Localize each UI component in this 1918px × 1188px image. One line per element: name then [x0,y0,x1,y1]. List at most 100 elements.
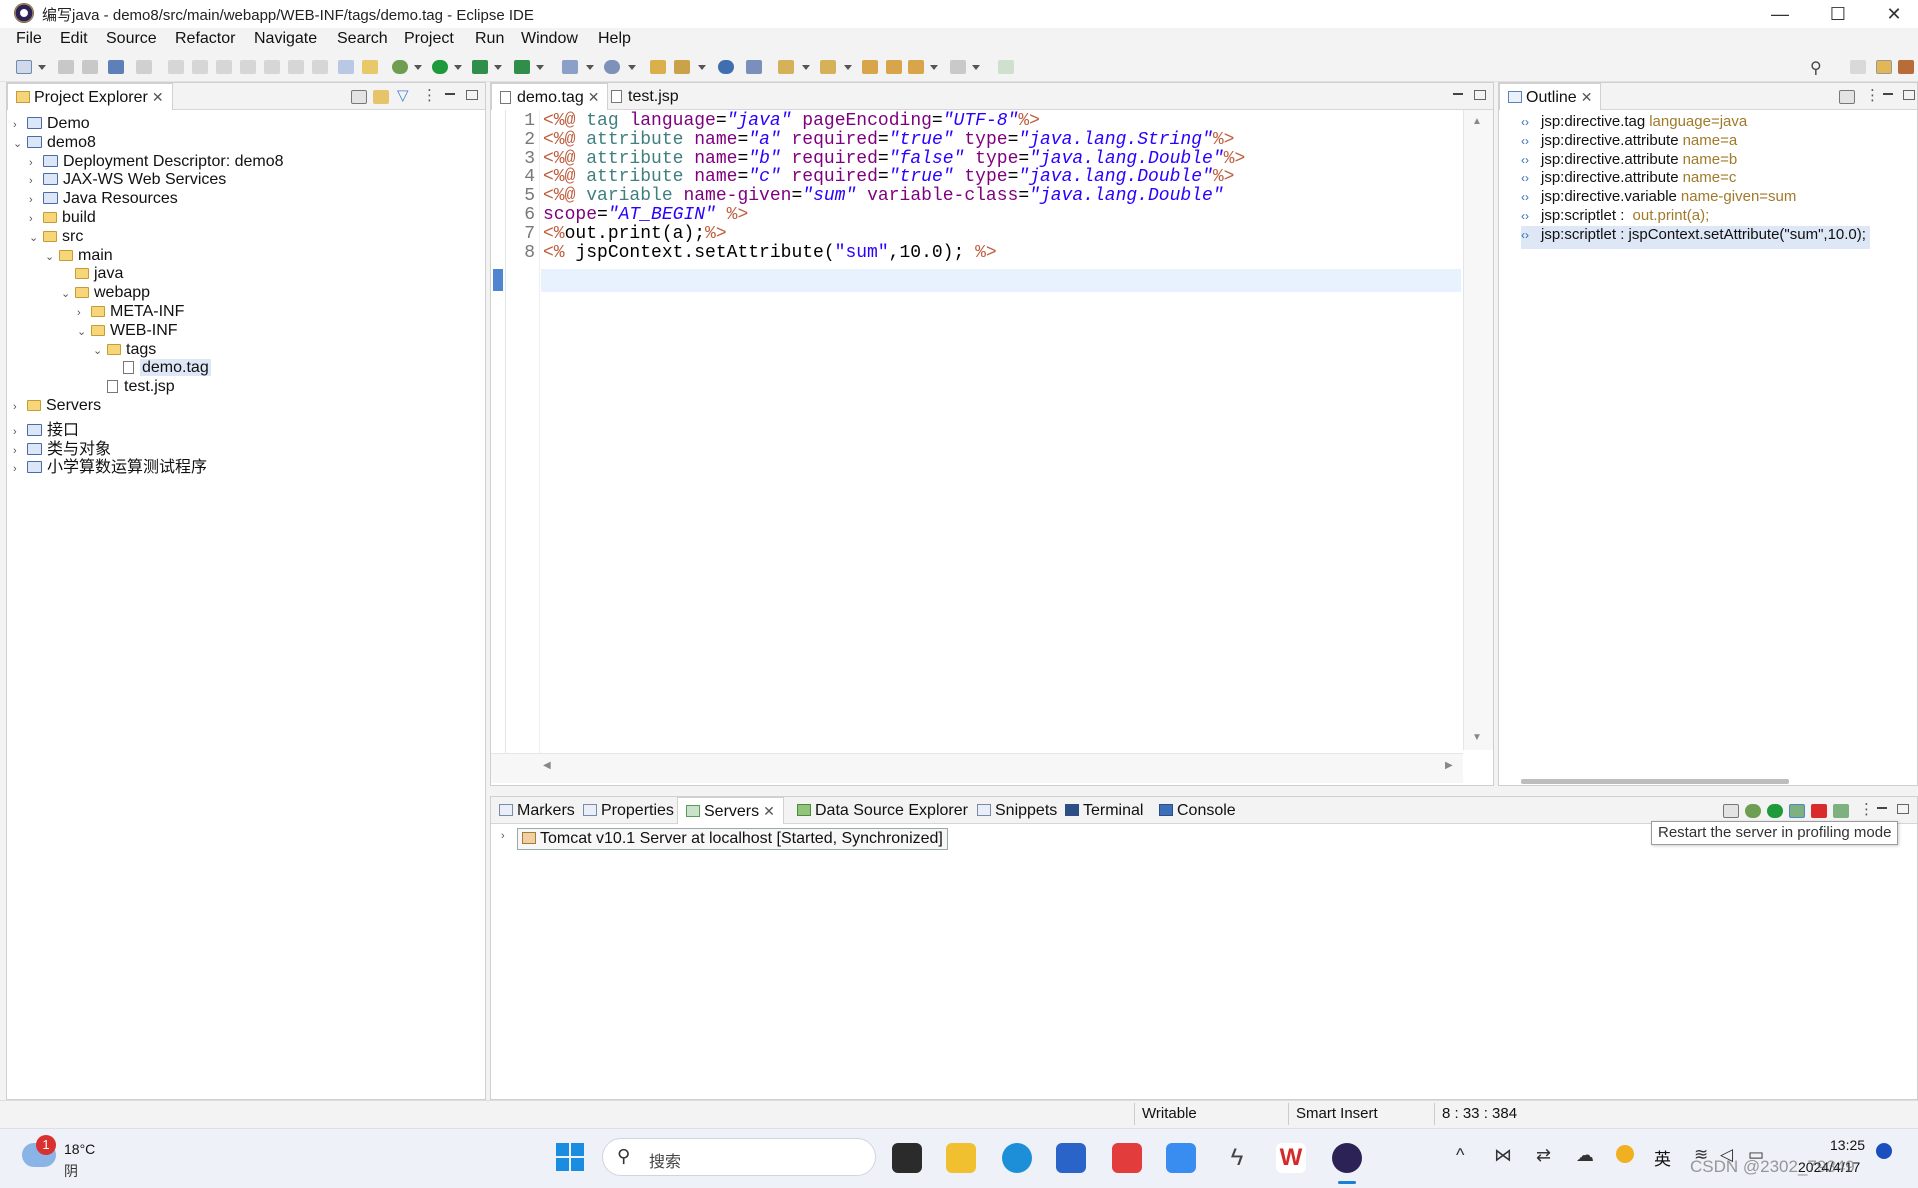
tab-servers[interactable]: Servers ✕ [677,797,784,824]
coverage-dropdown-icon[interactable] [494,65,502,70]
back-icon[interactable] [886,60,902,74]
collapse-icon[interactable]: ⌄ [45,250,57,263]
use-step-filters-icon[interactable] [338,60,354,74]
tomcat-server-item[interactable]: Tomcat v10.1 Server at localhost [Starte… [517,828,948,850]
close-icon[interactable]: ✕ [763,803,775,819]
filter-icon[interactable]: ▽ [397,86,409,104]
open-task-icon[interactable] [362,60,378,74]
maximize-editor-icon[interactable] [1474,90,1486,100]
tab-console[interactable]: Console [1151,797,1244,824]
open-perspective-icon[interactable] [1850,60,1866,74]
menu-edit[interactable]: Edit [60,30,88,48]
code-line[interactable]: 3 <%@ attribute name="b" required="false"… [507,149,1245,169]
menu-project[interactable]: Project [404,30,454,48]
search-dropdown-icon[interactable] [698,65,706,70]
start-server-icon[interactable] [1767,804,1783,818]
code-line[interactable]: 7 <%out.print(a);%> [507,224,726,244]
search-tool-icon[interactable] [674,60,690,74]
view-menu-icon[interactable]: ⋮ [1859,800,1874,818]
minimize-view-icon[interactable] [445,93,455,95]
lightning-app-icon[interactable]: ϟ [1222,1143,1252,1173]
step-return-icon[interactable] [312,60,328,74]
terminate-icon[interactable] [216,60,232,74]
tab-snippets[interactable]: Snippets [969,797,1065,824]
prev-annotation-dropdown-icon[interactable] [844,65,852,70]
code-line[interactable]: 1 <%@ tag language="java" pageEncoding="U… [507,111,1040,131]
expand-icon[interactable]: › [13,401,25,413]
back-dropdown-icon[interactable] [930,65,938,70]
terminal-icon[interactable] [108,60,124,74]
maximize-button[interactable]: ☐ [1810,0,1866,28]
expand-icon[interactable]: › [29,213,41,225]
tab-properties[interactable]: Properties [575,797,682,824]
vertical-scrollbar[interactable]: ▲ ▼ [1463,110,1493,750]
resume-icon[interactable] [168,60,184,74]
huawei-app-icon[interactable] [1112,1143,1142,1173]
expand-icon[interactable]: › [13,119,25,131]
menu-help[interactable]: Help [598,30,631,48]
code-line[interactable]: 4 <%@ attribute name="c" required="true" … [507,167,1234,187]
scroll-down-icon[interactable]: ▼ [1472,732,1482,743]
view-menu-icon[interactable]: ⋮ [1865,86,1880,104]
collapse-all-icon[interactable] [1723,804,1739,818]
menu-file[interactable]: File [16,30,42,48]
tray-settings-icon[interactable]: ⇄ [1536,1145,1551,1166]
tree-item[interactable]: › 小学算数运算测试程序 [13,453,207,476]
minimize-view-icon[interactable] [1877,807,1887,809]
debug-icon[interactable] [392,60,408,74]
horizontal-scrollbar[interactable]: ◀ ▶ [491,753,1463,783]
file-explorer-icon[interactable] [946,1143,976,1173]
annotation-icon[interactable] [746,60,762,74]
java-perspective-icon[interactable] [1898,60,1914,74]
menu-refactor[interactable]: Refactor [175,30,235,48]
taskbar-search-box[interactable]: ⚲ 搜索 [602,1138,876,1176]
close-icon[interactable]: ✕ [152,89,164,105]
publish-icon[interactable] [1833,804,1849,818]
start-button[interactable] [556,1143,584,1171]
show-hidden-icons-icon[interactable]: ^ [1456,1145,1464,1166]
outline-scrollbar[interactable] [1521,779,1789,784]
search-icon[interactable]: ⚲ [1810,58,1822,78]
collapse-icon[interactable]: ⌄ [93,344,105,357]
menu-window[interactable]: Window [521,30,578,48]
edge-browser-icon[interactable] [1002,1143,1032,1173]
clock-time[interactable]: 13:25 [1830,1137,1865,1153]
forward-icon[interactable] [950,60,966,74]
coverage-icon[interactable] [472,60,488,74]
tray-app-icon[interactable]: ⋈ [1494,1145,1512,1166]
save-all-icon[interactable] [82,60,98,74]
run-icon[interactable] [432,60,448,74]
step-over-icon[interactable] [288,60,304,74]
new-class-dropdown-icon[interactable] [628,65,636,70]
expand-icon[interactable]: › [29,157,41,169]
new-icon[interactable] [16,60,32,74]
code-line[interactable]: 6 scope="AT_BEGIN" %> [507,205,748,225]
disconnect-icon[interactable] [240,60,256,74]
maximize-view-icon[interactable] [1903,90,1915,100]
tab-markers[interactable]: Markers [491,797,583,824]
jee-perspective-icon[interactable] [1876,60,1892,74]
new-dropdown2-icon[interactable] [586,65,594,70]
scroll-left-icon[interactable]: ◀ [543,760,551,771]
link-with-editor-icon[interactable] [373,90,389,104]
microsoft-store-icon[interactable] [1056,1143,1086,1173]
code-line[interactable]: 2 <%@ attribute name="a" required="true" … [507,130,1234,150]
close-button[interactable]: ✕ [1866,0,1918,28]
expand-icon[interactable]: › [29,194,41,206]
step-into-icon[interactable] [264,60,280,74]
code-line[interactable]: 5 <%@ variable name-given="sum" variable-… [507,186,1223,206]
scroll-right-icon[interactable]: ▶ [1445,760,1453,771]
collapse-icon[interactable]: ⌄ [77,325,89,338]
minimize-editor-icon[interactable] [1453,93,1463,95]
tab-data-source-explorer[interactable]: Data Source Explorer [789,797,976,824]
scroll-up-icon[interactable]: ▲ [1472,116,1482,127]
maximize-view-icon[interactable] [1897,804,1909,814]
expand-icon[interactable]: › [29,175,41,187]
skip-breakpoints-icon[interactable] [136,60,152,74]
maximize-view-icon[interactable] [466,90,478,100]
close-icon[interactable]: ✕ [588,89,600,105]
new-dropdown-icon[interactable] [38,65,46,70]
cloud-app-icon[interactable] [1166,1143,1196,1173]
run-dropdown-icon[interactable] [454,65,462,70]
prev-annotation-icon[interactable] [820,60,836,74]
